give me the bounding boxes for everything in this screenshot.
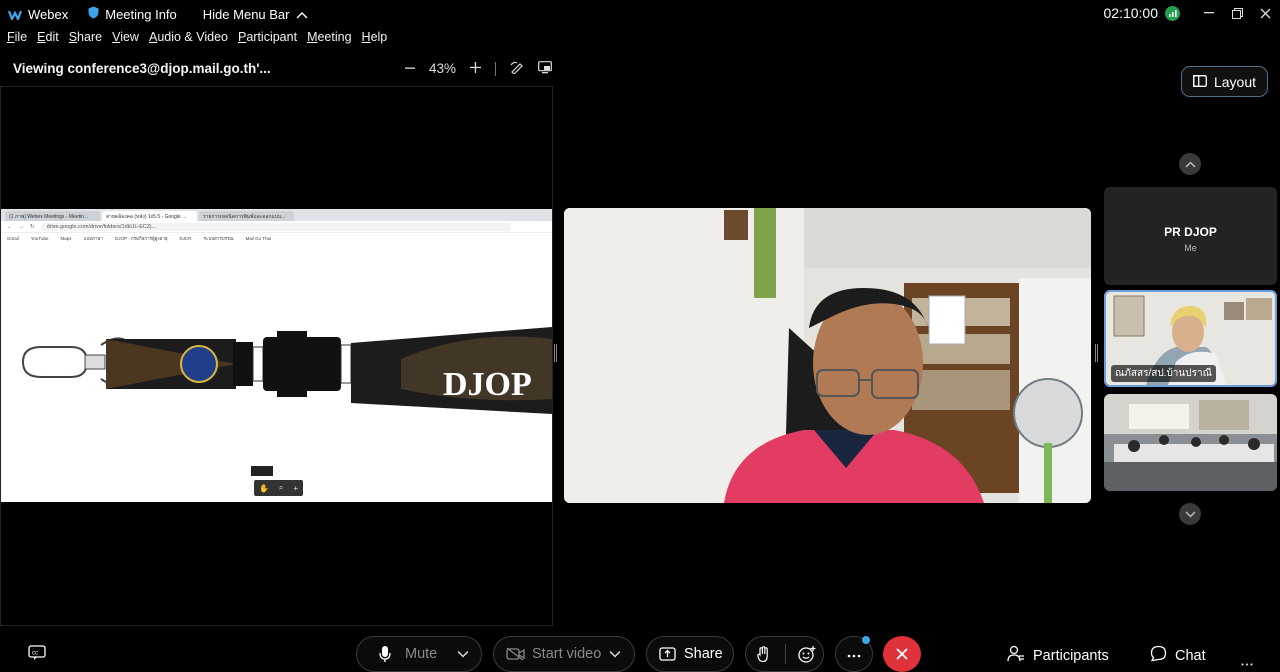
reload-icon: ↻ — [30, 223, 35, 230]
browser-tab: รายการเทคนิคการพิมพ์และออกแบบ... — [199, 211, 294, 221]
back-icon: ← — [7, 223, 13, 230]
magnifier-icon: ⌕ — [278, 483, 284, 492]
app-name: Webex — [28, 6, 69, 22]
active-speaker-video[interactable] — [564, 208, 1091, 503]
webex-app: Webex — [8, 7, 68, 22]
more-icon — [847, 646, 861, 662]
divider — [785, 644, 786, 664]
zoom-in-icon[interactable] — [470, 61, 482, 76]
title-bar: Webex Meeting Info Hide Menu Bar 02:10:0… — [0, 0, 1280, 28]
browser-tab-strip: (1 ภาพ) Webex Meetings - Meetin... สายคล… — [1, 209, 552, 221]
browser-tab: (1 ภาพ) Webex Meetings - Meetin... — [5, 211, 100, 221]
restore-icon[interactable] — [1228, 4, 1246, 22]
plus-icon: + — [293, 483, 298, 493]
hide-menu-label: Hide Menu Bar — [202, 6, 290, 22]
notification-dot — [862, 636, 870, 644]
chevron-down-icon[interactable] — [609, 650, 621, 658]
meeting-info-button[interactable]: Meeting Info — [88, 6, 177, 22]
shared-tooltip — [251, 466, 273, 476]
self-video-tile[interactable]: PR DJOP Me — [1104, 187, 1277, 285]
browser-tab-active: สายคล้องคอ (หลัง) 1x5.5 - Google ... — [102, 211, 197, 221]
lanyard-design-preview: DJOP — [1, 239, 552, 502]
participant-name-label: ณภัสสร/สป.บ้านปราณี — [1111, 365, 1216, 382]
share-zoom-controls: 43% — [405, 60, 566, 77]
chevron-up-icon — [296, 7, 308, 22]
minimize-icon[interactable] — [1200, 4, 1218, 22]
chevron-down-icon[interactable] — [457, 650, 469, 658]
participants-button[interactable]: Participants — [1007, 645, 1109, 666]
mute-button[interactable]: Mute — [356, 636, 482, 672]
raise-hand-icon[interactable] — [757, 645, 771, 663]
self-sub-label: Me — [1184, 243, 1197, 253]
layout-label: Layout — [1213, 73, 1257, 90]
chat-button[interactable]: Chat — [1150, 645, 1206, 666]
reactions-icon[interactable] — [798, 645, 816, 663]
menu-participant[interactable]: Participant — [238, 30, 297, 52]
chat-icon — [1150, 645, 1167, 666]
share-label: Share — [684, 646, 723, 662]
layout-icon — [1193, 74, 1207, 90]
reactions-group — [745, 636, 824, 672]
chat-label: Chat — [1175, 647, 1206, 664]
participant-video-tile[interactable] — [1104, 394, 1277, 491]
browser-address-bar: ← → ↻ drive.google.com/drive/folders/1dk… — [1, 221, 552, 233]
meeting-timer: 02:10:00 — [1103, 5, 1159, 21]
share-screen-icon — [659, 647, 676, 661]
menu-audio-video[interactable]: Audio & Video — [149, 30, 228, 52]
menu-edit[interactable]: Edit — [37, 30, 59, 52]
share-splitter-handle[interactable] — [554, 344, 557, 362]
start-video-label: Start video — [532, 646, 602, 662]
divider — [495, 61, 497, 76]
microphone-icon — [379, 645, 391, 663]
menu-bar: File Edit Share View Audio & Video Parti… — [0, 30, 390, 52]
close-window-icon[interactable] — [1256, 4, 1274, 22]
self-name: PR DJOP — [1164, 225, 1217, 239]
share-button[interactable]: Share — [646, 636, 734, 672]
shared-zoom-toolbar: ✋ ⌕ + — [254, 480, 303, 496]
shared-browser-window: (1 ภาพ) Webex Meetings - Meetin... สายคล… — [1, 209, 552, 502]
hide-menu-bar-button[interactable]: Hide Menu Bar — [203, 7, 308, 22]
layout-button[interactable]: Layout — [1181, 66, 1268, 97]
menu-meeting[interactable]: Meeting — [307, 30, 351, 52]
menu-file[interactable]: File — [7, 30, 27, 52]
svg-text:cc: cc — [32, 651, 38, 657]
lanyard-logo-text: DJOP — [443, 366, 532, 403]
video-splitter-handle[interactable] — [1095, 344, 1098, 362]
menu-view[interactable]: View — [112, 30, 139, 52]
more-panels-icon[interactable] — [1241, 653, 1253, 671]
scroll-down-button[interactable] — [1179, 503, 1201, 525]
start-video-button[interactable]: Start video — [493, 636, 635, 672]
captions-icon[interactable]: cc — [28, 645, 46, 665]
participants-label: Participants — [1033, 647, 1109, 664]
participants-icon — [1007, 645, 1025, 666]
webex-logo-icon — [8, 9, 22, 20]
annotate-icon[interactable] — [510, 60, 524, 77]
participant-video-tile[interactable]: ณภัสสร/สป.บ้านปราณี — [1104, 290, 1277, 387]
browser-url: drive.google.com/drive/folders/1dkUL-ECZ… — [40, 222, 511, 231]
leave-meeting-button[interactable] — [883, 636, 921, 672]
video-off-icon — [506, 647, 526, 661]
zoom-level: 43% — [429, 61, 457, 76]
meeting-info-label: Meeting Info — [105, 6, 177, 22]
shield-icon — [88, 6, 99, 22]
network-signal-icon[interactable] — [1165, 6, 1180, 21]
zoom-out-icon[interactable] — [405, 61, 415, 76]
close-icon — [896, 648, 908, 660]
mute-label: Mute — [405, 646, 438, 662]
scroll-up-button[interactable] — [1179, 153, 1201, 175]
viewing-share-label: Viewing conference3@djop.mail.go.th'... — [13, 61, 271, 76]
menu-share[interactable]: Share — [69, 30, 102, 52]
pop-out-share-icon[interactable] — [538, 60, 552, 77]
menu-help[interactable]: Help — [362, 30, 388, 52]
hand-icon: ✋ — [258, 483, 269, 493]
forward-icon: → — [18, 223, 25, 230]
